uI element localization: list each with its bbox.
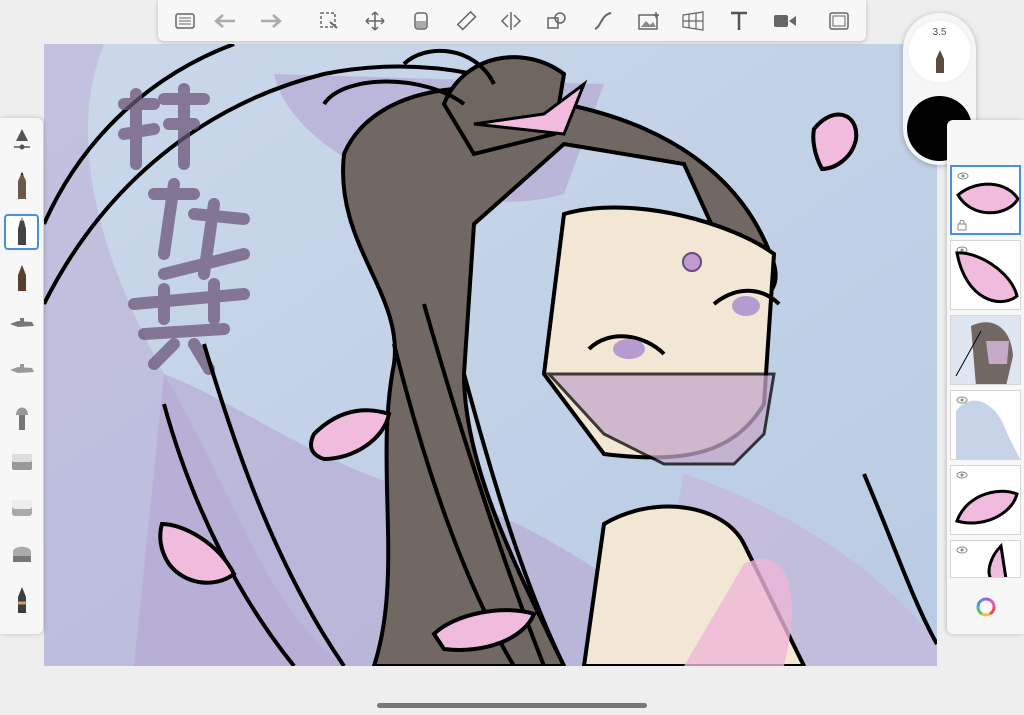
selection-icon[interactable] bbox=[316, 8, 342, 34]
blender-icon[interactable] bbox=[4, 536, 39, 572]
text-tool-icon[interactable] bbox=[726, 8, 752, 34]
layer-thumbnail-1[interactable] bbox=[950, 165, 1021, 235]
shapes-icon[interactable] bbox=[544, 8, 570, 34]
fill-bucket-icon[interactable] bbox=[408, 8, 434, 34]
eraser-hard-icon[interactable] bbox=[4, 444, 39, 480]
brush-size-control[interactable]: 3.5 bbox=[907, 19, 972, 84]
image-import-icon[interactable] bbox=[636, 8, 662, 34]
airbrush-icon[interactable] bbox=[4, 306, 39, 342]
brush-tip-icon bbox=[936, 50, 944, 73]
airbrush-soft-icon[interactable] bbox=[4, 352, 39, 388]
undo-icon[interactable] bbox=[212, 8, 238, 34]
stroke-curve-icon[interactable] bbox=[590, 8, 616, 34]
pencil-icon[interactable] bbox=[4, 168, 39, 204]
color-wheel-icon[interactable] bbox=[976, 597, 996, 617]
video-record-icon[interactable] bbox=[772, 8, 798, 34]
eraser-soft-icon[interactable] bbox=[4, 490, 39, 526]
brush-library bbox=[0, 118, 43, 634]
layer-thumbnail-6[interactable] bbox=[950, 540, 1021, 578]
transform-move-icon[interactable] bbox=[362, 8, 388, 34]
artwork bbox=[44, 44, 937, 666]
ink-pen-icon[interactable] bbox=[4, 260, 39, 296]
fullscreen-icon[interactable] bbox=[826, 8, 852, 34]
brush-size-value: 3.5 bbox=[932, 27, 947, 38]
list-menu-icon[interactable] bbox=[172, 8, 198, 34]
home-indicator[interactable] bbox=[377, 703, 647, 708]
layer-thumbnail-4[interactable] bbox=[950, 390, 1021, 460]
layer-thumbnail-3[interactable] bbox=[950, 315, 1021, 385]
ruler-icon[interactable] bbox=[454, 8, 480, 34]
layer-thumbnail-5[interactable] bbox=[950, 465, 1021, 535]
layer-thumbnail-2[interactable] bbox=[950, 240, 1021, 310]
top-toolbar bbox=[158, 0, 866, 41]
paintbrush-icon[interactable] bbox=[4, 398, 39, 434]
brush-adjust-icon[interactable] bbox=[4, 122, 39, 158]
smudge-pencil-icon[interactable] bbox=[4, 582, 39, 618]
redo-icon[interactable] bbox=[258, 8, 284, 34]
drawing-canvas[interactable] bbox=[44, 44, 937, 666]
layer-panel bbox=[947, 120, 1024, 634]
symmetry-icon[interactable] bbox=[498, 8, 524, 34]
perspective-guide-icon[interactable] bbox=[680, 8, 706, 34]
lock-icon[interactable] bbox=[957, 219, 967, 231]
marker-brush-icon[interactable] bbox=[4, 214, 39, 250]
